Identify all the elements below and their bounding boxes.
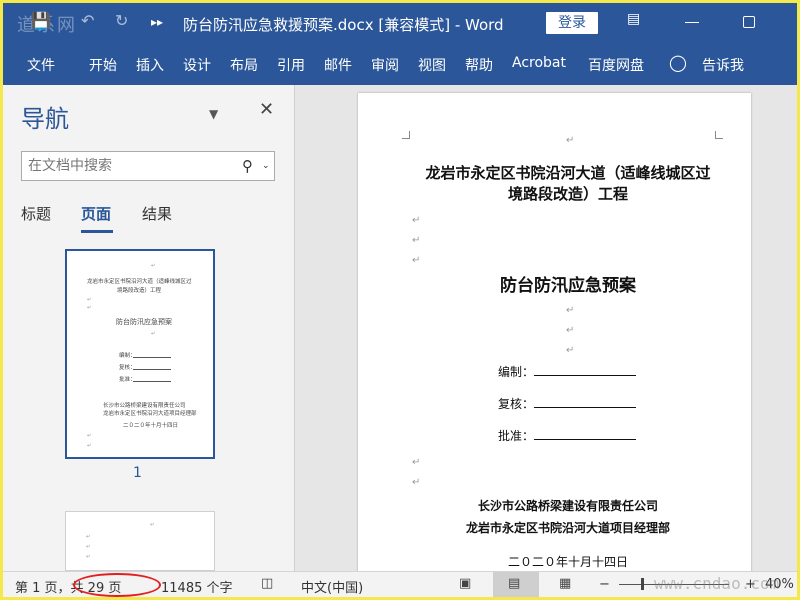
page-thumbnail[interactable]: ↵ ↵ ↵ ↵ xyxy=(65,511,215,571)
document-page[interactable]: ↵ 龙岩市永定区书院沿河大道（适峰线城区过 境路段改造）工程 ↵ ↵ ↵ 防台防… xyxy=(358,93,751,571)
paragraph-mark: ↵ xyxy=(151,331,156,337)
ribbon-display-options-icon[interactable]: ▤ xyxy=(627,11,640,27)
field-approved-by: 批准： xyxy=(498,429,535,443)
zoom-slider-thumb[interactable] xyxy=(641,578,644,590)
field-line xyxy=(534,375,636,376)
nav-tab-results[interactable]: 结果 xyxy=(142,203,172,224)
crop-mark xyxy=(715,131,723,139)
ribbon-tabs: 文件 开始 插入 设计 布局 引用 邮件 审阅 视图 帮助 Acrobat 百度… xyxy=(3,43,797,85)
plan-title: 防台防汛应急预案 xyxy=(500,276,636,296)
paragraph-mark: ↵ xyxy=(566,345,575,356)
annotation-circle xyxy=(73,573,161,597)
project-title-line1: 龙岩市永定区书院沿河大道（适峰线城区过 xyxy=(425,164,711,182)
language-indicator[interactable]: 中文(中国) xyxy=(301,577,363,596)
save-icon[interactable]: 💾 xyxy=(31,11,51,30)
nav-pane-title: 导航 xyxy=(21,105,69,133)
paragraph-mark: ↵ xyxy=(87,305,92,311)
search-icon[interactable]: ⚲ xyxy=(242,157,253,175)
redo-icon[interactable]: ↻ xyxy=(115,11,128,30)
field-line xyxy=(534,439,636,440)
watermark-url: www.cndao.com xyxy=(654,574,780,593)
title-bar: 道系网 💾 ↶ ↻ ▸▸ 防台防汛应急救援预案.docx [兼容模式] - Wo… xyxy=(3,3,797,43)
thumb-title-line1: 龙岩市永定区书院沿河大道（适峰线城区过 xyxy=(87,279,192,285)
quick-access-more-icon[interactable]: ▸▸ xyxy=(151,15,163,29)
chevron-down-icon[interactable]: ⌄ xyxy=(262,161,270,171)
tab-help[interactable]: 帮助 xyxy=(465,55,493,75)
chevron-down-icon[interactable]: ▼ xyxy=(209,107,218,121)
paragraph-mark: ↵ xyxy=(412,477,421,488)
page-thumbnail[interactable]: ↵ 龙岩市永定区书院沿河大道（适峰线城区过 境路段改造）工程 ↵ ↵ 防台防汛应… xyxy=(65,249,215,459)
paragraph-mark: ↵ xyxy=(87,297,92,303)
paragraph-mark: ↵ xyxy=(86,544,91,550)
thumb-field-line xyxy=(133,357,171,358)
proofing-icon[interactable]: ◫ xyxy=(261,576,273,591)
project-title: 龙岩市永定区书院沿河大道（适峰线城区过 境路段改造）工程 xyxy=(408,163,728,205)
close-icon[interactable]: ✕ xyxy=(259,99,274,120)
thumb-company-2: 龙岩市永定区书院沿河大道项目经理部 xyxy=(103,411,197,417)
field-line xyxy=(534,407,636,408)
thumb-title-line2: 境路段改造）工程 xyxy=(117,288,162,294)
tab-references[interactable]: 引用 xyxy=(277,55,305,75)
paragraph-mark: ↵ xyxy=(412,215,421,226)
web-layout-icon[interactable]: ▦ xyxy=(559,576,571,591)
maximize-button[interactable] xyxy=(743,16,755,28)
zoom-out-button[interactable]: − xyxy=(599,577,610,592)
crop-mark xyxy=(402,131,410,139)
thumb-page-number: 1 xyxy=(133,465,142,481)
nav-tab-headings[interactable]: 标题 xyxy=(21,203,51,224)
lightbulb-icon[interactable]: ◯ xyxy=(669,53,687,72)
tab-home[interactable]: 开始 xyxy=(89,55,117,75)
paragraph-mark: ↵ xyxy=(566,305,575,316)
word-count[interactable]: 11485 个字 xyxy=(161,577,233,596)
company-name: 长沙市公路桥梁建设有限责任公司 xyxy=(477,499,658,513)
nav-tab-pages[interactable]: 页面 xyxy=(81,203,111,224)
paragraph-mark: ↵ xyxy=(566,325,575,336)
tab-baidu-netdisk[interactable]: 百度网盘 xyxy=(588,55,644,75)
project-title-line2: 境路段改造）工程 xyxy=(507,185,628,203)
thumb-date: 二０二０年十月十四日 xyxy=(123,423,179,429)
tab-review[interactable]: 审阅 xyxy=(371,55,399,75)
field-compiled-by: 编制： xyxy=(498,365,535,379)
thumb-plan-title: 防台防汛应急预案 xyxy=(116,318,172,326)
paragraph-mark: ↵ xyxy=(87,433,92,439)
document-title: 防台防汛应急救援预案.docx [兼容模式] - Word xyxy=(183,16,504,34)
print-layout-icon[interactable]: ▤ xyxy=(508,576,520,591)
paragraph-mark: ↵ xyxy=(151,263,156,269)
navigation-pane: 导航 ▼ ✕ ⚲ ⌄ 标题 页面 结果 ↵ 龙岩市永定区书院沿河大道（适峰线城区… xyxy=(3,85,295,571)
document-date: 二０二０年十月十四日 xyxy=(507,555,628,569)
paragraph-mark: ↵ xyxy=(566,135,575,146)
minimize-button[interactable] xyxy=(685,22,699,23)
thumb-company-1: 长沙市公路桥梁建设有限责任公司 xyxy=(103,403,186,409)
field-reviewed-by: 复核： xyxy=(498,397,535,411)
undo-icon[interactable]: ↶ xyxy=(81,11,94,30)
login-button[interactable]: 登录 xyxy=(546,12,598,34)
thumb-field-line xyxy=(133,369,171,370)
tell-me-search[interactable]: 告诉我 xyxy=(702,55,744,75)
tab-design[interactable]: 设计 xyxy=(183,55,211,75)
paragraph-mark: ↵ xyxy=(412,255,421,266)
project-department: 龙岩市永定区书院沿河大道项目经理部 xyxy=(465,521,670,535)
document-canvas[interactable]: ↵ 龙岩市永定区书院沿河大道（适峰线城区过 境路段改造）工程 ↵ ↵ ↵ 防台防… xyxy=(295,85,797,571)
paragraph-mark: ↵ xyxy=(86,554,91,560)
paragraph-mark: ↵ xyxy=(87,443,92,449)
tab-acrobat[interactable]: Acrobat xyxy=(512,55,566,71)
tab-insert[interactable]: 插入 xyxy=(136,55,164,75)
tab-view[interactable]: 视图 xyxy=(418,55,446,75)
search-input[interactable] xyxy=(28,156,228,176)
paragraph-mark: ↵ xyxy=(86,534,91,540)
tab-layout[interactable]: 布局 xyxy=(230,55,258,75)
tab-file[interactable]: 文件 xyxy=(27,55,55,75)
active-tab-indicator xyxy=(81,230,113,233)
paragraph-mark: ↵ xyxy=(412,457,421,468)
nav-search-box: ⚲ ⌄ xyxy=(21,151,275,181)
thumb-field-line xyxy=(133,381,171,382)
word-window: 道系网 💾 ↶ ↻ ▸▸ 防台防汛应急救援预案.docx [兼容模式] - Wo… xyxy=(0,0,800,600)
paragraph-mark: ↵ xyxy=(412,235,421,246)
paragraph-mark: ↵ xyxy=(150,522,155,528)
read-mode-icon[interactable]: ▣ xyxy=(459,576,471,591)
tab-mailings[interactable]: 邮件 xyxy=(324,55,352,75)
